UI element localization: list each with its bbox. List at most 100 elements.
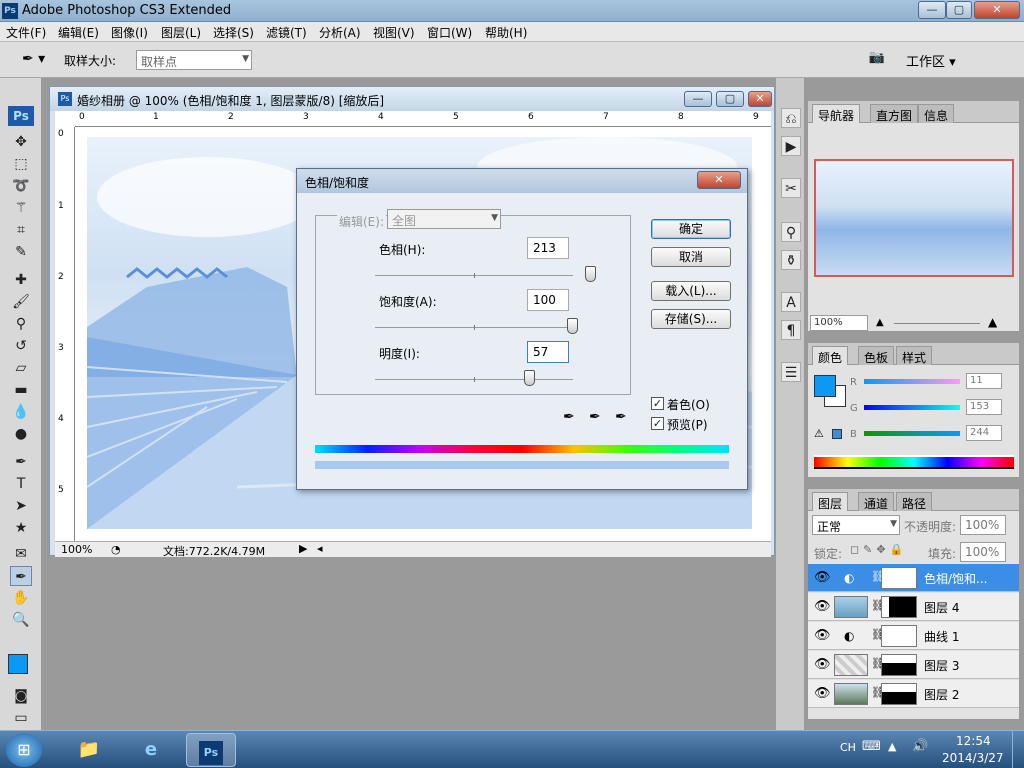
tab-styles[interactable]: 样式 — [896, 346, 933, 365]
actions-icon[interactable]: ▶ — [781, 136, 801, 156]
clone-source-icon[interactable]: ⚱ — [781, 250, 801, 270]
eye-icon[interactable]: 👁 — [814, 686, 831, 701]
sample-size-select[interactable]: 取样点 ▼ — [136, 50, 252, 70]
cancel-button[interactable]: 取消 — [651, 247, 731, 267]
hue-field[interactable]: 213 — [527, 237, 569, 259]
zoom-level[interactable]: 100% — [61, 543, 92, 556]
magic-wand-tool-icon[interactable]: ⚚ — [10, 198, 32, 218]
hand-tool-icon[interactable]: ✋ — [10, 588, 32, 608]
eyedropper-plus-icon[interactable]: ✒ — [589, 409, 601, 425]
saturation-slider[interactable] — [375, 318, 578, 334]
layer-row[interactable]: 👁 ◐ ⛓ 色相/饱和... — [808, 564, 1019, 592]
color-ramp[interactable] — [814, 455, 1014, 469]
lightness-slider[interactable] — [375, 370, 573, 386]
scroll-left-icon[interactable]: ◂ — [317, 542, 323, 555]
g-value[interactable]: 153 — [966, 399, 1002, 415]
status-menu-arrow-icon[interactable]: ▶ — [299, 542, 307, 555]
b-value[interactable]: 244 — [966, 425, 1002, 441]
clock-date[interactable]: 2014/3/27 — [942, 751, 1004, 765]
tab-navigator[interactable]: 导航器 — [812, 104, 861, 123]
eye-icon[interactable]: 👁 — [814, 570, 831, 585]
tab-channels[interactable]: 通道 — [858, 492, 895, 511]
opacity-field[interactable]: 100% — [960, 515, 1006, 535]
healing-brush-tool-icon[interactable]: ✚ — [10, 270, 32, 290]
colorize-checkbox[interactable]: ✓ — [651, 397, 664, 410]
path-selection-tool-icon[interactable]: ➤ — [10, 496, 32, 516]
g-slider[interactable] — [864, 405, 960, 410]
move-tool-icon[interactable]: ✥ — [10, 132, 32, 152]
saturation-field[interactable]: 100 — [527, 289, 569, 311]
doc-minimize-button[interactable]: — — [684, 91, 712, 107]
eyedropper-icon[interactable]: ✒ — [563, 409, 575, 425]
layer-mask-thumbnail[interactable] — [881, 625, 917, 647]
layer-row[interactable]: 👁 ⛓ 图层 2 — [808, 680, 1019, 708]
menu-view[interactable]: 视图(V) — [373, 24, 415, 41]
keyboard-icon[interactable]: ⌨ — [862, 739, 881, 754]
status-info-icon[interactable]: ◔ — [111, 543, 121, 556]
menu-edit[interactable]: 编辑(E) — [58, 24, 99, 41]
zoom-in-icon[interactable]: ▲ — [988, 315, 997, 329]
menu-help[interactable]: 帮助(H) — [485, 24, 527, 41]
lightness-slider-thumb[interactable] — [524, 370, 536, 386]
photoshop-task-button[interactable]: Ps — [186, 733, 236, 767]
restore-button[interactable]: ▢ — [946, 1, 972, 19]
preview-checkbox[interactable]: ✓ — [651, 417, 664, 430]
eraser-tool-icon[interactable]: ▱ — [10, 358, 32, 378]
lasso-tool-icon[interactable]: ➰ — [10, 176, 32, 196]
lightness-field[interactable]: 57 — [527, 341, 569, 363]
workspace-menu[interactable]: 工作区 ▾ — [906, 51, 956, 70]
eye-icon[interactable]: 👁 — [814, 657, 831, 672]
clone-stamp-tool-icon[interactable]: ⚲ — [10, 314, 32, 334]
volume-icon[interactable]: 🔊 — [912, 739, 928, 754]
crop-tool-icon[interactable]: ⌗ — [10, 220, 32, 240]
tab-histogram[interactable]: 直方图 — [870, 104, 919, 123]
layer-mask-thumbnail[interactable] — [881, 596, 917, 618]
tool-presets-icon[interactable]: ✂ — [781, 178, 801, 198]
gradient-tool-icon[interactable]: ▬ — [10, 380, 32, 400]
layer-row[interactable]: 👁 ⛓ 图层 4 — [808, 593, 1019, 621]
brushes-icon[interactable]: ⚲ — [781, 222, 801, 242]
history-brush-tool-icon[interactable]: ↺ — [10, 336, 32, 356]
dialog-close-button[interactable]: ✕ — [697, 171, 741, 189]
menu-image[interactable]: 图像(I) — [111, 24, 148, 41]
zoom-tool-icon[interactable]: 🔍 — [10, 610, 32, 630]
dodge-tool-icon[interactable]: ● — [10, 424, 32, 444]
close-button[interactable]: ✕ — [974, 1, 1020, 19]
menu-select[interactable]: 选择(S) — [213, 24, 254, 41]
shape-tool-icon[interactable]: ★ — [10, 518, 32, 538]
eye-icon[interactable]: 👁 — [814, 599, 831, 614]
language-indicator[interactable]: CH — [840, 741, 856, 754]
ok-button[interactable]: 确定 — [651, 219, 731, 239]
minimize-button[interactable]: — — [918, 1, 946, 19]
tab-layers[interactable]: 图层 — [812, 492, 849, 511]
doc-restore-button[interactable]: ▢ — [716, 91, 744, 107]
eyedropper-tool-icon[interactable]: ✒ — [10, 566, 32, 586]
color-foreground-swatch[interactable] — [814, 375, 836, 397]
quick-mask-icon[interactable]: ◙ — [10, 686, 32, 706]
layer-mask-thumbnail[interactable] — [881, 567, 917, 589]
tab-paths[interactable]: 路径 — [896, 492, 933, 511]
hue-slider[interactable] — [375, 266, 597, 282]
zoom-out-icon[interactable]: ▲ — [876, 317, 884, 328]
saturation-slider-thumb[interactable] — [567, 318, 578, 334]
r-value[interactable]: 11 — [966, 373, 1002, 389]
tray-expand-icon[interactable]: ▲ — [888, 740, 896, 753]
tab-swatches[interactable]: 色板 — [858, 346, 895, 365]
layer-mask-thumbnail[interactable] — [881, 654, 917, 676]
file-explorer-icon[interactable]: 📁 — [64, 733, 114, 767]
save-button[interactable]: 存储(S)... — [651, 309, 731, 329]
clock-time[interactable]: 12:54 — [956, 734, 991, 748]
brush-tool-icon[interactable]: 🖌 — [10, 292, 32, 312]
lock-icons[interactable]: ◻✎✥🔒 — [850, 543, 907, 556]
show-desktop-button[interactable] — [1012, 731, 1024, 768]
gamut-warning-icon[interactable]: ⚠ — [814, 427, 824, 440]
navigator-preview[interactable] — [814, 159, 1014, 277]
tab-info[interactable]: 信息 — [918, 104, 955, 123]
paragraph-icon[interactable]: ¶ — [781, 320, 801, 340]
eyedropper-tool-preset-icon[interactable]: ✒ ▾ — [22, 51, 45, 67]
menu-filter[interactable]: 滤镜(T) — [266, 24, 307, 41]
layer-row[interactable]: 👁 ⛓ 图层 3 — [808, 651, 1019, 679]
foreground-color-swatch[interactable] — [8, 654, 28, 674]
menu-layer[interactable]: 图层(L) — [161, 24, 201, 41]
blend-mode-select[interactable]: 正常 ▼ — [812, 515, 900, 535]
